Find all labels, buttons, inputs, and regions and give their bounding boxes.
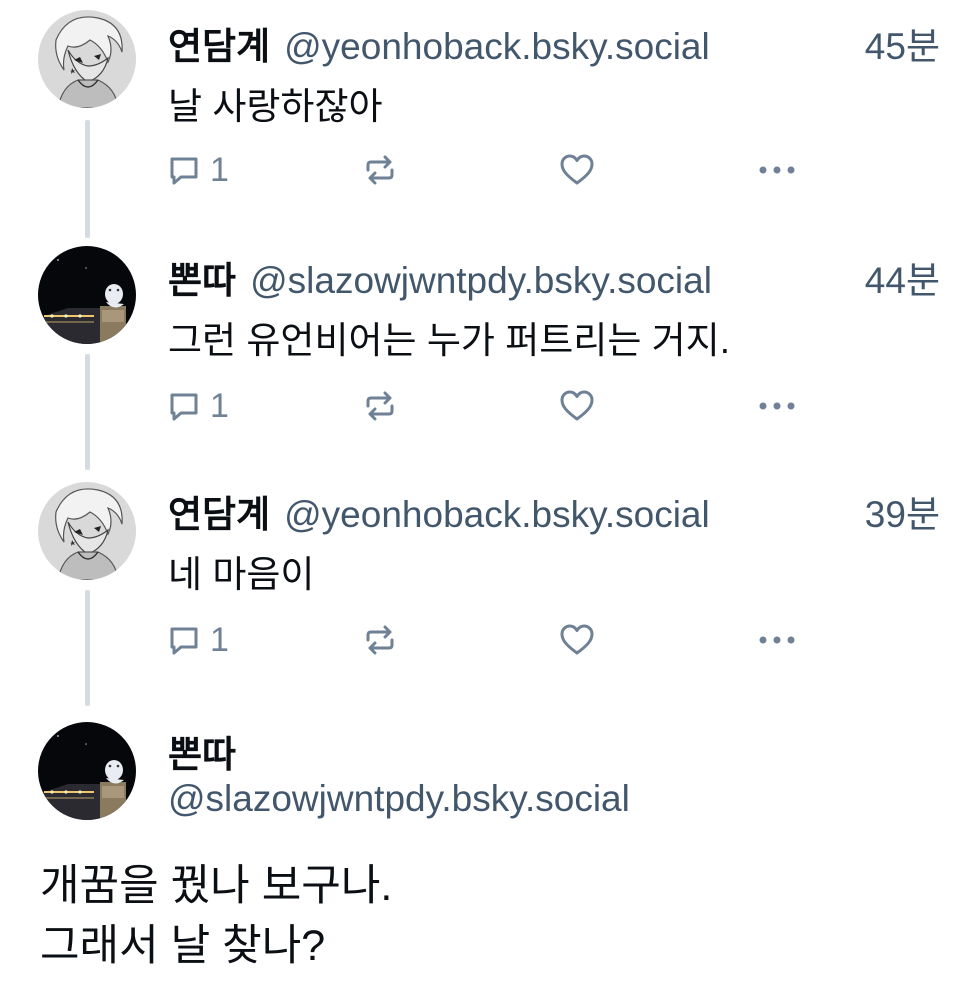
post-header: 뽄따 @slazowjwntpdy.bsky.social 44분: [168, 250, 940, 301]
post-actions: 1: [166, 616, 806, 664]
main-post-text-line: 그래서 날 찾나?: [40, 922, 326, 970]
post-text: 그런 유언비어는 누가 퍼트리는 거지.: [168, 320, 730, 361]
heart-icon: [558, 622, 596, 658]
avatar[interactable]: [38, 10, 136, 108]
repost-icon: [362, 622, 398, 658]
main-post-author-handle[interactable]: @slazowjwntpdy.bsky.social: [168, 778, 630, 820]
repost-button[interactable]: [362, 146, 398, 194]
post-actions: 1: [166, 382, 806, 430]
post-text: 네 마음이: [168, 554, 315, 595]
avatar[interactable]: [38, 482, 136, 580]
reply-button[interactable]: 1: [166, 616, 229, 664]
like-button[interactable]: [558, 382, 596, 430]
author-name[interactable]: 뽄따: [168, 250, 236, 304]
post-timestamp[interactable]: 44분: [865, 250, 940, 304]
more-options-icon: [756, 388, 798, 424]
reply-icon: [166, 622, 202, 658]
reply-count: 1: [210, 386, 229, 425]
reply-icon: [166, 388, 202, 424]
heart-icon: [558, 152, 596, 188]
repost-icon: [362, 152, 398, 188]
author-handle[interactable]: @yeonhoback.bsky.social: [284, 494, 710, 536]
main-post-avatar[interactable]: [38, 722, 136, 820]
author-name[interactable]: 연담계: [168, 16, 270, 70]
more-options-icon: [756, 152, 798, 188]
repost-button[interactable]: [362, 382, 398, 430]
thread-post[interactable]: 뽄따 @slazowjwntpdy.bsky.social 44분 그런 유언비…: [0, 234, 976, 470]
main-post-text: 개꿈을 꿨나 보구나. 그래서 날 찾나?: [40, 856, 392, 976]
more-options-button[interactable]: [756, 616, 798, 664]
thread-connector: [85, 120, 90, 238]
post-timestamp[interactable]: 45분: [865, 16, 940, 70]
like-button[interactable]: [558, 616, 596, 664]
like-button[interactable]: [558, 146, 596, 194]
repost-icon: [362, 388, 398, 424]
main-post-author-name[interactable]: 뽄따: [168, 724, 236, 778]
author-handle[interactable]: @yeonhoback.bsky.social: [284, 26, 710, 68]
main-post-text-line: 개꿈을 꿨나 보구나.: [40, 862, 393, 910]
author-handle[interactable]: @slazowjwntpdy.bsky.social: [250, 260, 712, 302]
reply-count: 1: [210, 620, 229, 659]
thread-view: 연담계 @yeonhoback.bsky.social 45분 날 사랑하잖아 …: [0, 0, 976, 1000]
repost-button[interactable]: [362, 616, 398, 664]
thread-connector: [85, 354, 90, 470]
reply-button[interactable]: 1: [166, 146, 229, 194]
more-options-button[interactable]: [756, 382, 798, 430]
post-header: 연담계 @yeonhoback.bsky.social 45분: [168, 16, 940, 67]
author-name[interactable]: 연담계: [168, 484, 270, 538]
reply-button[interactable]: 1: [166, 382, 229, 430]
post-actions: 1: [166, 146, 806, 194]
reply-count: 1: [210, 150, 229, 189]
thread-connector: [85, 590, 90, 706]
avatar[interactable]: [38, 246, 136, 344]
post-timestamp[interactable]: 39분: [865, 484, 940, 538]
heart-icon: [558, 388, 596, 424]
post-header: 연담계 @yeonhoback.bsky.social 39분: [168, 484, 940, 535]
thread-post[interactable]: 연담계 @yeonhoback.bsky.social 45분 날 사랑하잖아 …: [0, 0, 976, 238]
reply-icon: [166, 152, 202, 188]
post-text: 날 사랑하잖아: [168, 86, 383, 127]
thread-post[interactable]: 연담계 @yeonhoback.bsky.social 39분 네 마음이 1: [0, 470, 976, 710]
more-options-button[interactable]: [756, 146, 798, 194]
more-options-icon: [756, 622, 798, 658]
